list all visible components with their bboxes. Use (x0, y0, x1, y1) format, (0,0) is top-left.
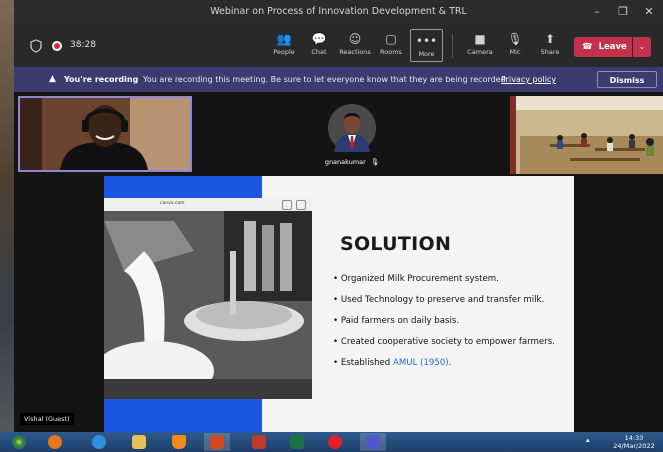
participant-avatar (328, 104, 376, 152)
participant-video-vishal[interactable] (18, 96, 192, 172)
file-explorer-icon[interactable] (126, 433, 152, 451)
browser-copy-icon (296, 200, 306, 210)
people-button[interactable]: 👥 People (266, 28, 302, 64)
leave-label: Leave (598, 42, 627, 52)
share-icon: ⬆ (544, 32, 556, 46)
participant-gnanakumar[interactable]: gnanakumar 🎙 (288, 102, 416, 172)
toolbar-divider (452, 34, 453, 58)
share-label: Share (540, 48, 560, 56)
shield-icon[interactable] (30, 39, 42, 53)
embedded-browser-bar: canva.com (104, 198, 312, 212)
tray-chevron-icon[interactable]: ▴ (586, 436, 590, 444)
meeting-toolbar: 38:28 👥 People 💬 Chat ☺ Reactions ▢ Room… (14, 24, 663, 67)
powerpoint-icon[interactable] (204, 433, 230, 451)
browser-share-icon (282, 200, 292, 210)
dismiss-button[interactable]: Dismiss (597, 71, 657, 88)
speaker-name-label: Vishal (Guest) (20, 413, 74, 425)
start-button[interactable] (6, 433, 32, 451)
minimize-button[interactable]: – (587, 3, 607, 21)
reactions-icon: ☺ (348, 32, 362, 46)
more-label: More (418, 50, 435, 58)
classroom-video-image (510, 96, 663, 174)
leave-dropdown-button[interactable]: ⌄ (633, 37, 651, 57)
camera-button[interactable]: ■ Camera (462, 28, 498, 64)
more-button[interactable]: ••• More (410, 29, 443, 62)
recording-title: You're recording (64, 75, 139, 84)
people-icon: 👥 (276, 32, 292, 46)
recording-indicator-icon (52, 41, 62, 51)
mic-muted-icon: 🎙 (370, 158, 380, 166)
window-title: Webinar on Process of Innovation Develop… (210, 6, 467, 17)
chat-button[interactable]: 💬 Chat (301, 28, 337, 64)
privacy-policy-link[interactable]: Privacy policy (501, 75, 556, 84)
warning-icon: ▲ (49, 74, 56, 84)
slide-bullet: Organized Milk Procurement system. (333, 274, 555, 295)
recording-banner: ▲ You're recording You are recording thi… (14, 67, 663, 92)
close-button[interactable]: ✕ (639, 3, 659, 21)
rooms-button[interactable]: ▢ Rooms (373, 28, 409, 64)
slide-photo: canva.com (104, 198, 312, 399)
chat-label: Chat (311, 48, 327, 56)
excel-icon[interactable] (284, 433, 310, 451)
phone-hangup-icon: ☎ (582, 42, 593, 52)
people-label: People (273, 48, 295, 56)
milk-pouring-photo (104, 211, 312, 399)
share-button[interactable]: ⬆ Share (532, 28, 568, 64)
title-bar: Webinar on Process of Innovation Develop… (14, 0, 663, 24)
chevron-down-icon: ⌄ (638, 42, 646, 51)
mic-button[interactable]: 🎙 Mic (497, 28, 533, 64)
teams-meeting-window: Webinar on Process of Innovation Develop… (14, 0, 663, 432)
clock-time: 14:33 (624, 434, 644, 442)
rooms-icon: ▢ (385, 32, 397, 46)
edge-icon[interactable] (86, 433, 112, 451)
slide-bullet: Paid farmers on daily basis. (333, 316, 555, 337)
reactions-label: Reactions (339, 48, 371, 56)
recording-message: You are recording this meeting. Be sure … (143, 75, 509, 84)
browser-url: canva.com (160, 201, 185, 206)
amul-highlight: AMUL (1950) (392, 358, 449, 368)
more-icon: ••• (415, 34, 438, 48)
participant-name: gnanakumar (324, 158, 366, 166)
rooms-label: Rooms (380, 48, 402, 56)
slide-bullet: Used Technology to preserve and transfer… (333, 295, 555, 316)
chart-app-icon[interactable] (246, 433, 272, 451)
leave-button[interactable]: ☎ Leave (574, 37, 632, 57)
slide-bullet-amul: Established AMUL (1950). (333, 358, 555, 379)
shared-presentation-slide: canva.com SOLUTION • Organized Milk Proc… (104, 176, 574, 432)
participant-name-row: gnanakumar 🎙 (288, 158, 416, 166)
maximize-button[interactable]: ❐ (613, 3, 633, 21)
vlc-icon[interactable] (166, 433, 192, 451)
slide-bullet-suffix: . (448, 358, 452, 368)
camera-icon: ■ (474, 32, 486, 46)
participant-video-classroom[interactable] (510, 96, 663, 174)
opera-icon[interactable] (322, 433, 348, 451)
teams-icon[interactable] (360, 433, 386, 451)
clock-date: 24/Mar/2022 (613, 442, 655, 450)
participant-video-image (20, 98, 190, 170)
meeting-stage: gnanakumar 🎙 canva.com SOLUTION • Organi… (14, 92, 663, 432)
chat-icon: 💬 (311, 32, 327, 46)
camera-label: Camera (467, 48, 493, 56)
reactions-button[interactable]: ☺ Reactions (337, 28, 373, 64)
slide-title: SOLUTION (340, 233, 452, 255)
slide-bullet-text: Established (340, 358, 393, 368)
meeting-timer: 38:28 (70, 40, 96, 50)
slide-bullet: Created cooperative society to empower f… (333, 337, 555, 358)
background-window-strip (0, 0, 14, 452)
slide-bullet-list: Organized Milk Procurement system. Used … (333, 274, 555, 379)
firefox-icon[interactable] (42, 433, 68, 451)
mic-label: Mic (509, 48, 521, 56)
mic-off-icon: 🎙 (507, 32, 523, 46)
system-clock[interactable]: 14:33 24/Mar/2022 (608, 434, 660, 450)
windows-taskbar: ▴ 14:33 24/Mar/2022 (0, 432, 663, 452)
